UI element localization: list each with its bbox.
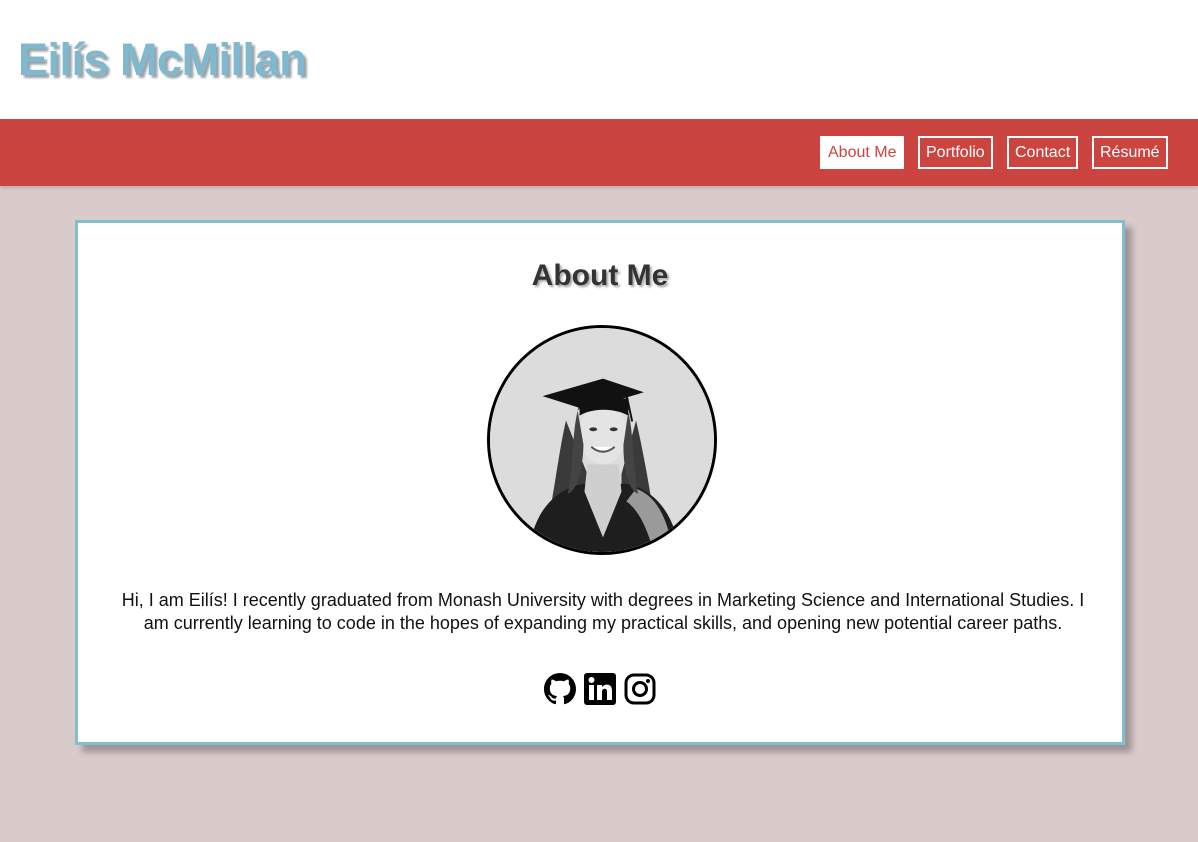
github-icon — [544, 673, 576, 705]
about-heading: About Me — [531, 259, 669, 292]
nav-portfolio[interactable]: Portfolio — [918, 136, 993, 169]
main-nav: About Me Portfolio Contact Résumé — [0, 119, 1198, 186]
linkedin-icon — [584, 673, 616, 705]
site-header: Eilís McMillan — [0, 0, 1198, 119]
social-links — [78, 673, 1122, 705]
graduate-portrait-image — [490, 328, 714, 552]
about-card: About Me Hi, I am Eilís! I recently grad… — [75, 220, 1125, 745]
instagram-icon — [624, 673, 656, 705]
linkedin-link[interactable] — [584, 673, 616, 705]
instagram-link[interactable] — [624, 673, 656, 705]
nav-resume[interactable]: Résumé — [1092, 136, 1168, 169]
bio-text: Hi, I am Eilís! I recently graduated fro… — [121, 590, 1085, 633]
github-link[interactable] — [544, 673, 576, 705]
nav-contact[interactable]: Contact — [1007, 136, 1079, 169]
nav-about-me[interactable]: About Me — [820, 136, 905, 169]
site-title: Eilís McMillan — [18, 34, 307, 85]
profile-photo — [487, 325, 717, 555]
